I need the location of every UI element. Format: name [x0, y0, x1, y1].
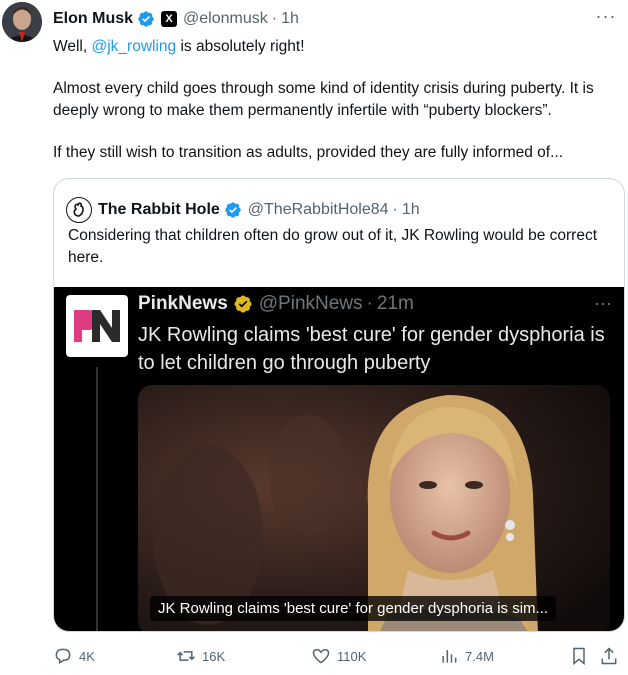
reply-icon	[55, 648, 71, 664]
quote-text: Considering that children often do grow …	[68, 227, 598, 266]
repost-button[interactable]: 16K	[176, 646, 225, 666]
separator: ·	[366, 293, 373, 314]
embedded-handle: @PinkNews	[258, 293, 363, 314]
portrait-image	[138, 385, 610, 631]
reply-button[interactable]: 4K	[53, 646, 95, 666]
news-photo: JK Rowling claims 'best cure' for gender…	[138, 385, 610, 631]
action-bar: 4K 16K 110K 7.4M	[53, 646, 623, 668]
quote-tweet[interactable]: The Rabbit Hole @TheRabbitHole84 · 1h Co…	[53, 178, 625, 632]
tweet-text: Well, @jk_rowling is absolutely right! A…	[53, 36, 623, 184]
avatar[interactable]	[2, 2, 42, 42]
embedded-timestamp: 21m	[376, 293, 414, 314]
author-name[interactable]: Elon Musk	[53, 10, 133, 28]
views-icon	[442, 650, 457, 663]
bookmark-icon	[573, 647, 585, 666]
embedded-screenshot[interactable]: PinkNews @PinkNews · 21m ··· JK Rowling …	[54, 287, 624, 631]
line1-prefix: Well,	[53, 38, 92, 55]
thread-line	[96, 367, 98, 631]
repost-count: 16K	[202, 648, 226, 664]
quote-header: The Rabbit Hole @TheRabbitHole84 · 1h	[66, 197, 420, 223]
photo-caption: JK Rowling claims 'best cure' for gender…	[150, 596, 557, 621]
views-count: 7.4M	[465, 648, 494, 664]
separator: ·	[392, 201, 398, 218]
embedded-text: JK Rowling claims 'best cure' for gender…	[138, 324, 605, 374]
pinknews-logo-icon	[74, 310, 120, 342]
tweet[interactable]: Elon Musk X @elonmusk · 1h ··· Well, @jk…	[0, 0, 628, 675]
like-count: 110K	[337, 648, 367, 664]
reply-count: 4K	[79, 648, 95, 664]
verified-icon	[225, 202, 241, 218]
line1-suffix: is absolutely right!	[176, 38, 305, 55]
repost-icon	[177, 651, 195, 661]
author-handle[interactable]: @elonmusk	[183, 10, 268, 28]
quote-avatar[interactable]	[66, 197, 92, 223]
tweet-line1: Well, @jk_rowling is absolutely right!	[53, 36, 623, 58]
separator: ·	[271, 10, 278, 27]
x-badge-icon: X	[161, 11, 178, 27]
pinknews-logo	[66, 295, 128, 357]
quote-author-name[interactable]: The Rabbit Hole	[98, 201, 220, 219]
share-icon	[601, 647, 617, 665]
tweet-para2: Almost every child goes through some kin…	[53, 80, 594, 119]
tweet-para3: If they still wish to transition as adul…	[53, 144, 564, 161]
mention-link[interactable]: @jk_rowling	[91, 38, 176, 55]
verified-gold-icon	[234, 295, 252, 313]
embedded-header: PinkNews @PinkNews · 21m	[138, 293, 414, 315]
tweet-header: Elon Musk X @elonmusk · 1h	[53, 8, 299, 30]
quote-handle[interactable]: @TheRabbitHole84	[248, 201, 389, 219]
more-icon[interactable]: ···	[594, 6, 618, 30]
embedded-author-name: PinkNews	[138, 293, 228, 314]
quote-timestamp[interactable]: 1h	[402, 201, 420, 219]
timestamp[interactable]: 1h	[281, 10, 299, 28]
verified-icon	[138, 11, 154, 27]
rabbit-icon	[73, 202, 84, 217]
bookmark-button[interactable]	[569, 646, 595, 666]
share-button[interactable]	[599, 646, 625, 666]
like-icon	[312, 648, 330, 664]
like-button[interactable]: 110K	[311, 646, 366, 666]
views-button[interactable]: 7.4M	[439, 646, 494, 666]
embedded-more-icon: ···	[594, 293, 612, 313]
